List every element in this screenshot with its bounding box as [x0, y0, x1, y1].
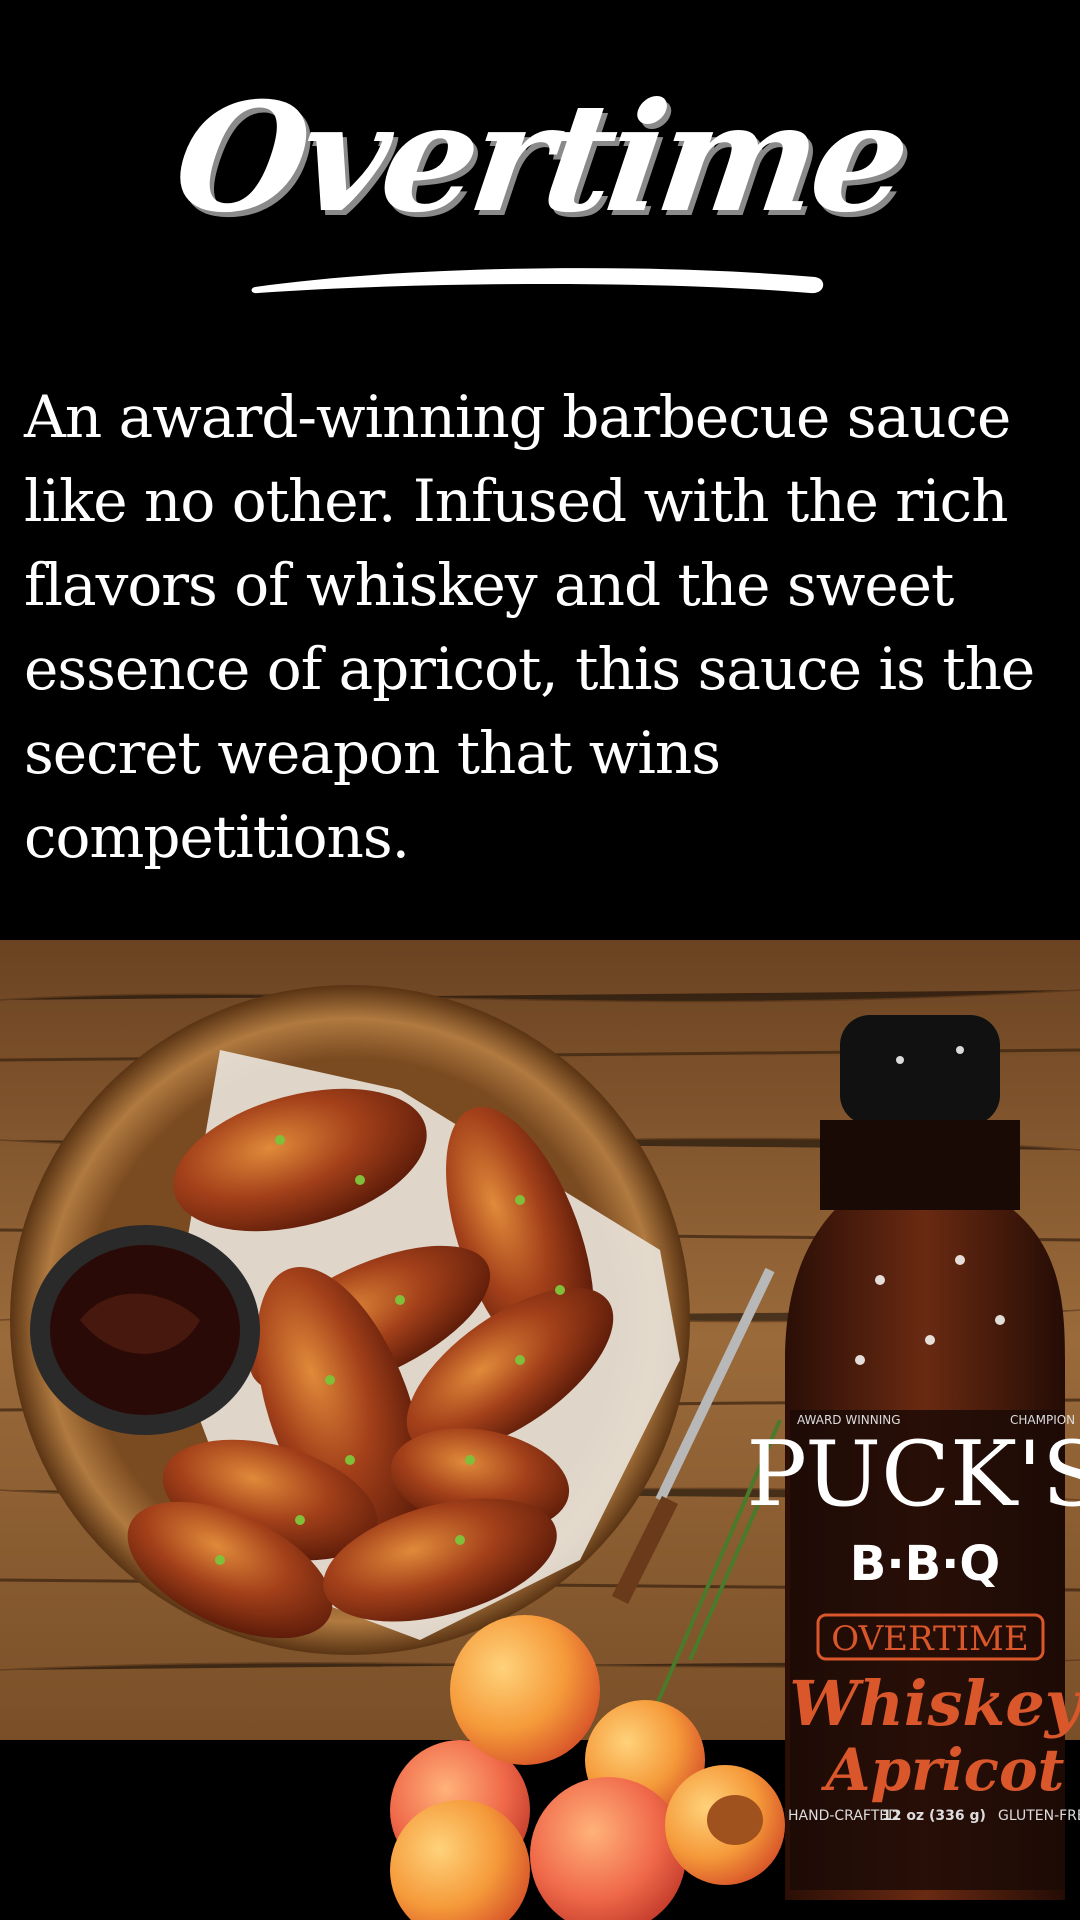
- label-footer-right: GLUTEN-FREE: [998, 1808, 1080, 1824]
- label-flavor-2: Apricot: [821, 1736, 1065, 1804]
- label-line: OVERTIME: [831, 1619, 1028, 1659]
- label-footer-mid: 12 oz (336 g): [882, 1808, 986, 1824]
- header: Overtime: [0, 40, 1080, 310]
- product-photo: AWARD WINNING CHAMPION PUCK'S B·B·Q OVER…: [0, 940, 1080, 1920]
- label-brand: PUCK'S: [746, 1422, 1080, 1527]
- label-flavor-1: Whiskey: [789, 1667, 1080, 1740]
- brand-title: Overtime: [165, 70, 915, 246]
- product-description: An award-winning barbecue sauce like no …: [24, 383, 1035, 871]
- title-underline-swoosh: [251, 268, 824, 294]
- label-sub-brand: B·B·Q: [850, 1536, 1000, 1592]
